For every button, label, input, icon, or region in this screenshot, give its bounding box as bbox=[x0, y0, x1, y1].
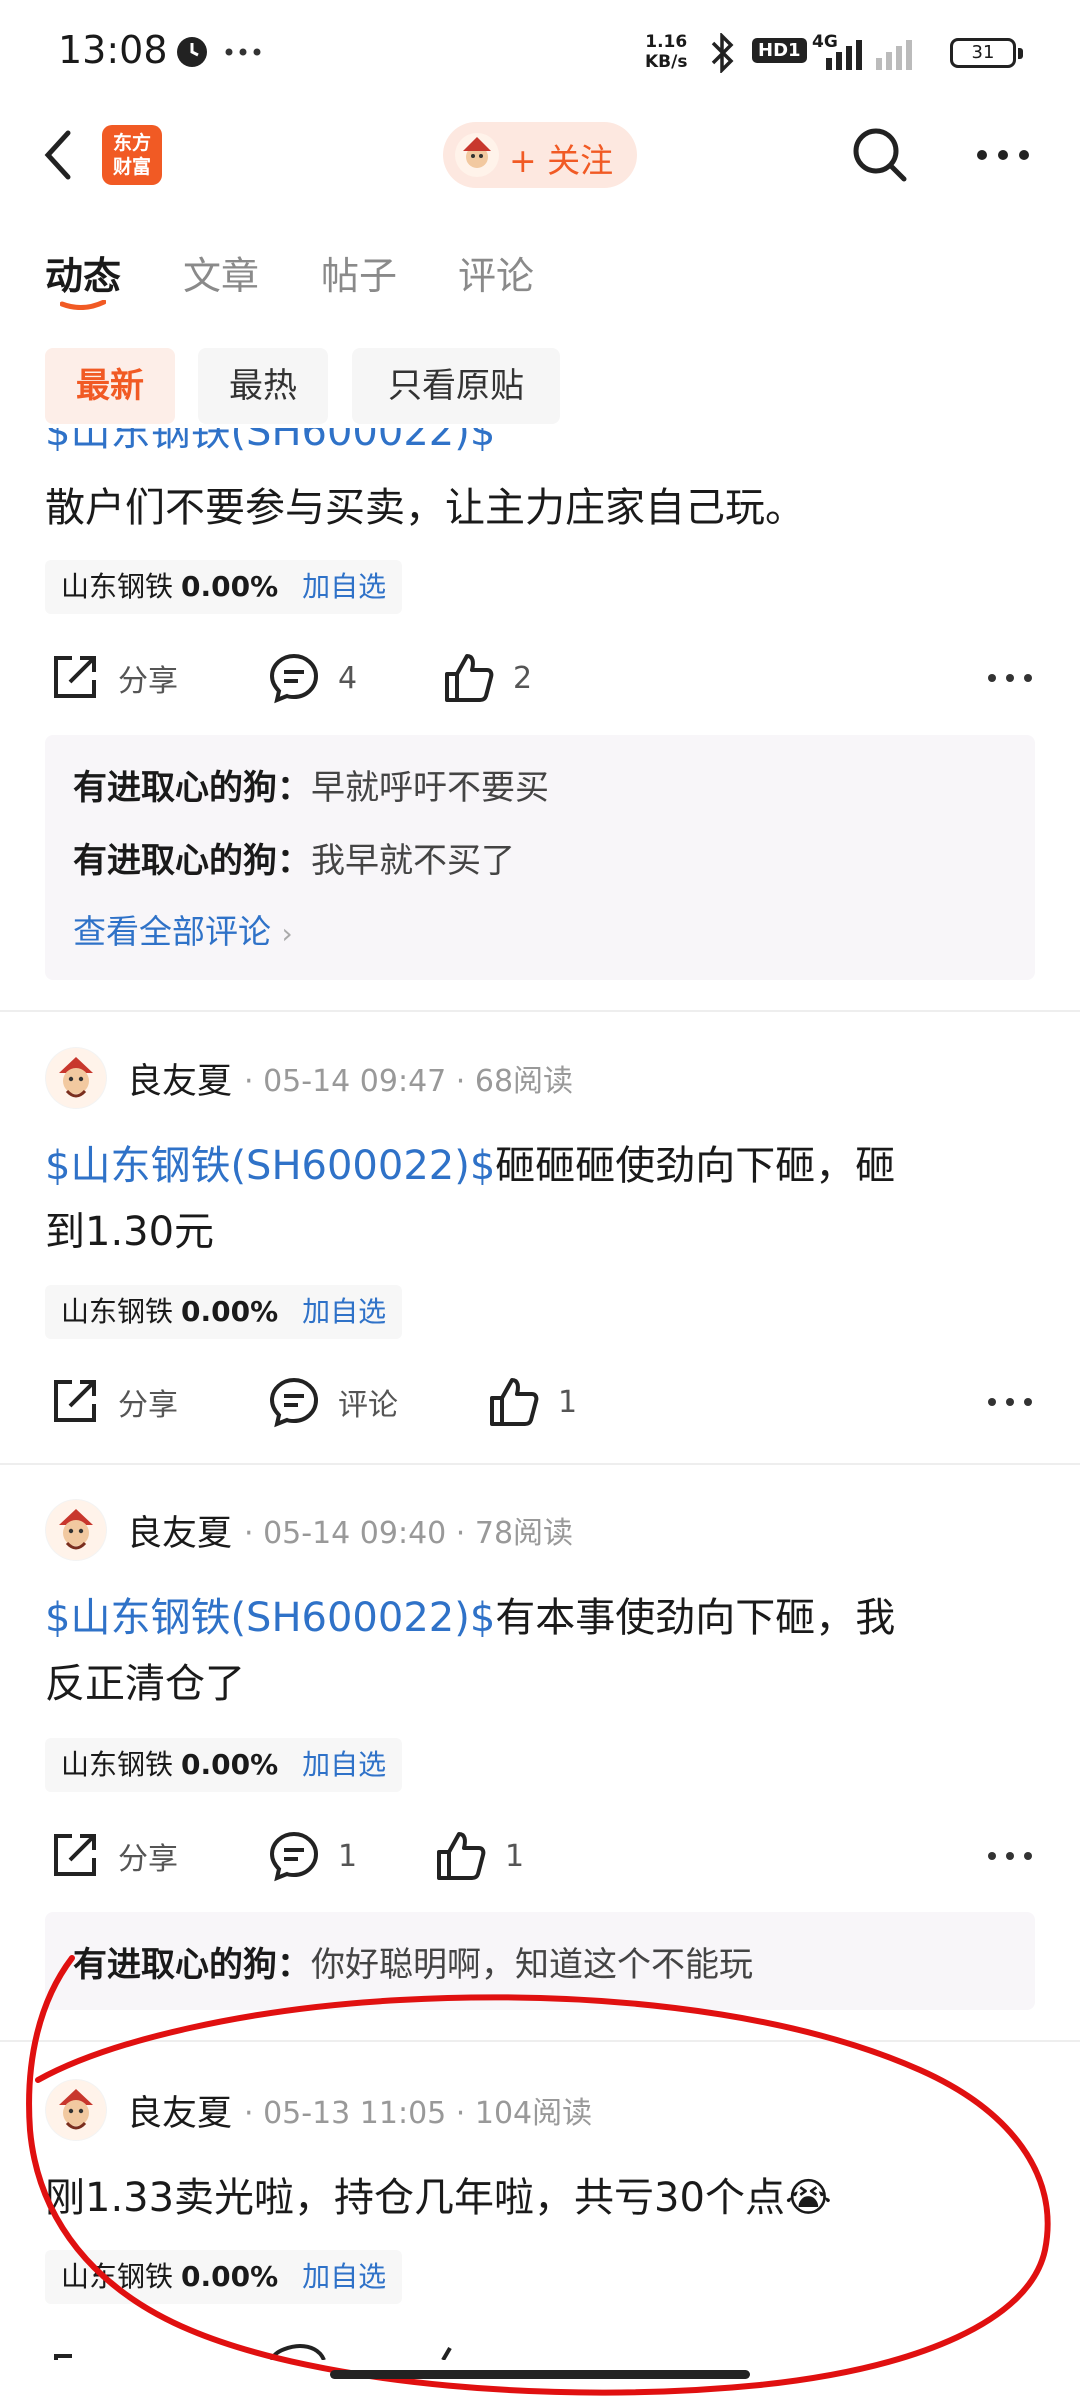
comment-preview: 有进取心的狗：早就呼吁不要买 有进取心的狗：我早就不买了 查看全部评论 › bbox=[45, 735, 1035, 980]
more-notifications-icon bbox=[225, 48, 261, 56]
follow-button[interactable]: + 关注 bbox=[443, 122, 637, 188]
network-speed: 1.16 KB/s bbox=[645, 32, 688, 72]
bluetooth-icon bbox=[711, 33, 734, 73]
comment-icon bbox=[269, 653, 319, 704]
add-watchlist-link[interactable]: 加自选 bbox=[302, 1748, 386, 1781]
share-button[interactable]: 分享 bbox=[48, 1372, 178, 1432]
post-more-icon[interactable] bbox=[985, 1846, 1035, 1866]
follow-label: + 关注 bbox=[509, 141, 614, 180]
god-of-wealth-avatar-icon bbox=[46, 1500, 106, 1560]
author-name[interactable]: 良友夏 bbox=[127, 2085, 232, 2136]
avatar[interactable] bbox=[45, 1047, 107, 1109]
add-watchlist-link[interactable]: 加自选 bbox=[302, 2260, 386, 2293]
stock-change: 0.00% bbox=[181, 1748, 279, 1781]
divider bbox=[0, 1010, 1080, 1012]
stock-name: 山东钢铁 bbox=[61, 1748, 174, 1781]
share-icon bbox=[54, 1380, 96, 1422]
stock-name: 山东钢铁 bbox=[61, 2260, 174, 2293]
stock-change: 0.00% bbox=[181, 570, 279, 603]
stock-chip[interactable]: 山东钢铁 0.00% 加自选 bbox=[45, 1285, 403, 1339]
stock-chip[interactable]: 山东钢铁 0.00% 加自选 bbox=[45, 560, 403, 614]
tab-comments[interactable]: 评论 bbox=[458, 245, 534, 300]
tab-active-indicator bbox=[60, 300, 106, 310]
post-meta: · 05-14 09:40 · 78阅读 bbox=[244, 1516, 574, 1551]
filter-latest[interactable]: 最新 bbox=[45, 348, 175, 424]
add-watchlist-link[interactable]: 加自选 bbox=[302, 570, 386, 603]
divider bbox=[0, 1463, 1080, 1465]
search-icon[interactable] bbox=[850, 125, 910, 185]
share-icon bbox=[54, 656, 96, 698]
add-watchlist-link[interactable]: 加自选 bbox=[302, 1295, 386, 1328]
divider bbox=[0, 2040, 1080, 2042]
post-author-row[interactable]: 良友夏 · 05-14 09:40 · 78阅读 bbox=[45, 1497, 573, 1563]
filter-hottest[interactable]: 最热 bbox=[198, 348, 328, 424]
god-of-wealth-avatar-icon bbox=[46, 1048, 106, 1108]
author-name[interactable]: 良友夏 bbox=[127, 1053, 232, 1104]
stock-change: 0.00% bbox=[181, 2260, 279, 2293]
tab-dynamics[interactable]: 动态 bbox=[45, 245, 121, 300]
status-bar: 13:08 1.16 KB/s HD1 4G 31 bbox=[0, 0, 1080, 105]
like-button[interactable]: 1 bbox=[435, 1826, 524, 1886]
like-button[interactable]: 2 bbox=[443, 648, 532, 708]
comment-icon bbox=[269, 1831, 319, 1882]
share-button[interactable]: 分享 bbox=[48, 1826, 178, 1886]
share-button[interactable]: 分享 bbox=[48, 648, 178, 708]
share-icon bbox=[54, 1834, 96, 1876]
thumbs-up-icon bbox=[445, 654, 494, 702]
app-logo: 东方 财富 bbox=[102, 125, 162, 185]
stock-name: 山东钢铁 bbox=[61, 1295, 174, 1328]
like-button[interactable]: 1 bbox=[488, 1372, 577, 1432]
share-icon-partial bbox=[54, 2343, 452, 2360]
view-all-comments-link[interactable]: 查看全部评论 › bbox=[73, 905, 293, 953]
back-arrow-icon[interactable] bbox=[40, 125, 80, 185]
post-author-row[interactable]: 良友夏 · 05-13 11:05 · 104阅读 bbox=[45, 2077, 592, 2143]
comment-preview: 有进取心的狗：你好聪明啊，知道这个不能玩 bbox=[45, 1912, 1035, 2010]
author-name[interactable]: 良友夏 bbox=[127, 1505, 232, 1556]
post-text[interactable]: $山东钢铁(SH600022)$砸砸砸使劲向下砸，砸 到1.30元 bbox=[45, 1133, 1035, 1265]
post-author-row[interactable]: 良友夏 · 05-14 09:47 · 68阅读 bbox=[45, 1045, 573, 1111]
comment-button[interactable]: 1 bbox=[268, 1826, 357, 1886]
tab-articles[interactable]: 文章 bbox=[183, 245, 259, 300]
post-more-icon[interactable] bbox=[985, 668, 1035, 688]
next-actions-partial bbox=[48, 2342, 548, 2360]
stock-name: 山东钢铁 bbox=[61, 570, 174, 603]
signal-icon bbox=[826, 40, 912, 70]
post-more-icon[interactable] bbox=[985, 1392, 1035, 1412]
status-time: 13:08 bbox=[58, 28, 168, 72]
comment-button[interactable]: 评论 bbox=[268, 1372, 398, 1432]
stock-chip[interactable]: 山东钢铁 0.00% 加自选 bbox=[45, 2250, 403, 2304]
god-of-wealth-avatar-icon bbox=[46, 2080, 106, 2140]
stock-chip[interactable]: 山东钢铁 0.00% 加自选 bbox=[45, 1738, 403, 1792]
post-text[interactable]: 散户们不要参与买卖，让主力庄家自己玩。 bbox=[45, 475, 1035, 541]
hd-badge: HD1 bbox=[752, 38, 807, 63]
battery-icon: 31 bbox=[950, 38, 1023, 68]
post-text[interactable]: 刚1.33卖光啦，持仓几年啦，共亏30个点😭 bbox=[45, 2165, 1035, 2231]
post-text[interactable]: $山东钢铁(SH600022)$有本事使劲向下砸，我 反正清仓了 bbox=[45, 1585, 1035, 1717]
comment-button[interactable]: 4 bbox=[268, 648, 357, 708]
post-stock-tag-partial[interactable]: $山东钢铁(SH600022)$ bbox=[45, 428, 495, 460]
post-meta: · 05-13 11:05 · 104阅读 bbox=[244, 2096, 593, 2131]
more-menu-icon[interactable] bbox=[975, 148, 1031, 162]
tab-posts[interactable]: 帖子 bbox=[321, 245, 397, 300]
comment-item[interactable]: 有进取心的狗：我早就不买了 bbox=[73, 833, 515, 882]
avatar[interactable] bbox=[45, 2079, 107, 2141]
clock-app-icon bbox=[177, 37, 207, 67]
thumbs-up-icon bbox=[437, 1832, 486, 1880]
filter-original-only[interactable]: 只看原贴 bbox=[352, 348, 560, 424]
stock-change: 0.00% bbox=[181, 1295, 279, 1328]
comment-item[interactable]: 有进取心的狗：你好聪明啊，知道这个不能玩 bbox=[73, 1937, 753, 1986]
stock-tag-link[interactable]: $山东钢铁(SH600022)$ bbox=[45, 1595, 495, 1641]
stock-tag-link[interactable]: $山东钢铁(SH600022)$ bbox=[45, 1143, 495, 1189]
post-meta: · 05-14 09:47 · 68阅读 bbox=[244, 1064, 574, 1099]
thumbs-up-icon bbox=[490, 1378, 539, 1426]
avatar[interactable] bbox=[45, 1499, 107, 1561]
comment-icon bbox=[269, 1377, 319, 1428]
gesture-bar[interactable] bbox=[330, 2370, 750, 2379]
comment-item[interactable]: 有进取心的狗：早就呼吁不要买 bbox=[73, 760, 549, 809]
user-avatar-icon bbox=[455, 133, 499, 177]
